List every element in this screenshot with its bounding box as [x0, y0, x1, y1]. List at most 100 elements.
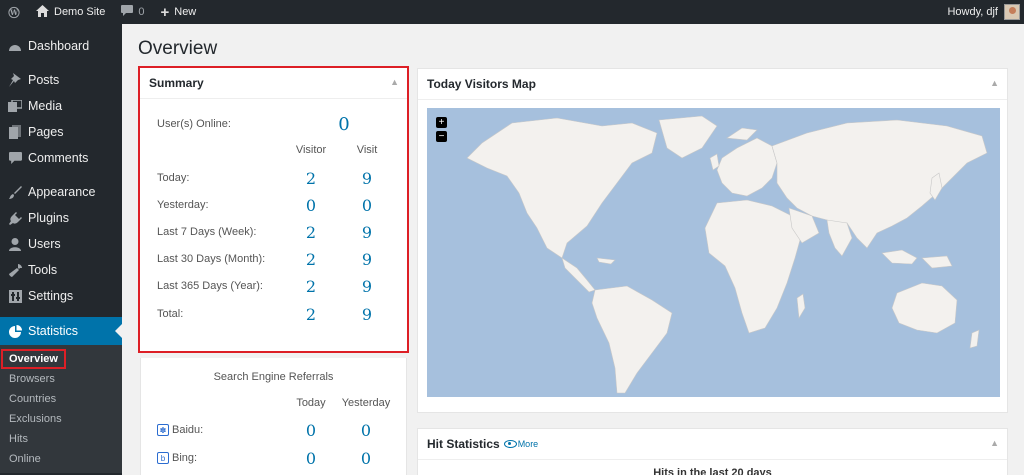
sidebar-item-statistics[interactable]: Statistics: [0, 317, 122, 345]
comment-icon: [8, 151, 22, 165]
row-label: Total:: [157, 308, 184, 320]
comments-link[interactable]: 0: [113, 0, 152, 24]
submenu-item-overview[interactable]: Overview: [0, 349, 122, 369]
admin-bar: W Demo Site 0 + New Howdy, djf: [0, 0, 1024, 24]
hit-statistics-postbox: Hit Statistics More ▲ Hits in the last 2…: [417, 428, 1008, 475]
baidu-icon: ✽: [157, 424, 169, 436]
pages-icon: [8, 125, 22, 139]
yesterday-count[interactable]: 0: [351, 449, 381, 468]
collapse-arrow-icon[interactable]: ▲: [990, 438, 999, 448]
home-icon: [36, 4, 49, 20]
comment-bubble-icon: [121, 5, 134, 19]
visit-count[interactable]: 9: [352, 277, 382, 296]
online-label: User(s) Online:: [157, 118, 231, 130]
visit-count[interactable]: 9: [352, 250, 382, 269]
visitor-count[interactable]: 2: [296, 223, 326, 242]
sidebar-item-users[interactable]: Users: [0, 231, 122, 257]
visitor-count[interactable]: 2: [296, 250, 326, 269]
submenu-item-hits[interactable]: Hits: [0, 429, 122, 449]
sidebar-item-label: Appearance: [28, 185, 96, 199]
table-row: Total: 2 9: [140, 304, 407, 324]
media-icon: [8, 99, 22, 113]
world-map[interactable]: + −: [427, 108, 1000, 397]
visit-count[interactable]: 9: [352, 169, 382, 188]
row-label: Last 30 Days (Month):: [157, 253, 266, 265]
sidebar-item-media[interactable]: Media: [0, 93, 122, 119]
referrals-title: Search Engine Referrals: [213, 371, 334, 383]
avatar: [1004, 4, 1020, 20]
visit-count[interactable]: 9: [352, 305, 382, 324]
col-header-yesterday: Yesterday: [341, 397, 391, 409]
collapse-arrow-icon[interactable]: ▲: [990, 78, 999, 88]
site-name-link[interactable]: Demo Site: [28, 0, 113, 24]
sidebar-item-label: Pages: [28, 125, 64, 139]
sidebar-item-label: Dashboard: [28, 39, 90, 53]
admin-sidebar: Dashboard Posts Media Pages Comments App…: [0, 24, 122, 475]
visitor-count[interactable]: 0: [296, 196, 326, 215]
map-header[interactable]: Today Visitors Map: [418, 69, 1007, 100]
collapse-arrow-icon[interactable]: ▲: [390, 77, 399, 87]
my-account-link[interactable]: Howdy, djf: [939, 0, 1024, 24]
user-icon: [8, 237, 22, 251]
submenu-label: Online: [9, 453, 41, 465]
svg-text:W: W: [9, 8, 19, 17]
hits-chart-title: Hits in the last 20 days: [653, 467, 772, 475]
zoom-out-button[interactable]: −: [436, 131, 447, 142]
new-label: New: [174, 6, 197, 18]
sidebar-item-label: Tools: [28, 263, 58, 277]
new-content-link[interactable]: + New: [152, 0, 204, 24]
sidebar-item-label: Posts: [28, 73, 60, 87]
table-row: Yesterday: 0 0: [140, 195, 407, 215]
sidebar-item-tools[interactable]: Tools: [0, 257, 122, 283]
submenu-item-exclusions[interactable]: Exclusions: [0, 409, 122, 429]
hits-title: Hit Statistics: [427, 437, 500, 451]
visitor-count[interactable]: 2: [296, 169, 326, 188]
sidebar-item-posts[interactable]: Posts: [0, 67, 122, 93]
sidebar-item-label: Media: [28, 99, 63, 113]
today-count[interactable]: 0: [296, 449, 326, 468]
submenu-label: Overview: [9, 353, 58, 365]
visitor-count[interactable]: 2: [296, 277, 326, 296]
today-count[interactable]: 0: [296, 421, 326, 440]
sidebar-item-plugins[interactable]: Plugins: [0, 205, 122, 231]
eye-icon: [503, 440, 517, 448]
sidebar-item-dashboard[interactable]: Dashboard: [0, 33, 122, 59]
visitor-count[interactable]: 2: [296, 305, 326, 324]
more-link[interactable]: More: [503, 439, 539, 449]
visit-count[interactable]: 9: [352, 223, 382, 242]
sidebar-item-pages[interactable]: Pages: [0, 119, 122, 145]
page-title: Overview: [138, 38, 218, 59]
col-header-today: Today: [296, 397, 326, 409]
sidebar-item-appearance[interactable]: Appearance: [0, 179, 122, 205]
map-title: Today Visitors Map: [427, 77, 536, 91]
settings-icon: [8, 289, 22, 303]
more-label: More: [517, 439, 539, 449]
submenu-item-countries[interactable]: Countries: [0, 389, 122, 409]
submenu-label: Countries: [9, 393, 57, 405]
submenu-item-online[interactable]: Online: [0, 449, 122, 469]
sidebar-item-settings[interactable]: Settings: [0, 283, 122, 309]
hits-header[interactable]: Hit Statistics More: [418, 429, 1007, 460]
submenu-label: Browsers: [9, 373, 55, 385]
sidebar-item-comments[interactable]: Comments: [0, 145, 122, 171]
wordpress-logo-icon[interactable]: W: [0, 0, 28, 24]
engine-label: ✽ Baidu:: [157, 424, 203, 436]
col-header-visitor: Visitor: [295, 144, 327, 156]
world-map-svg: [466, 115, 988, 394]
dashboard-icon: [8, 39, 22, 53]
visit-count[interactable]: 0: [352, 196, 382, 215]
comments-count: 0: [138, 6, 145, 18]
submenu-item-browsers[interactable]: Browsers: [0, 369, 122, 389]
sidebar-item-label: Statistics: [28, 324, 79, 338]
yesterday-count[interactable]: 0: [351, 421, 381, 440]
statistics-submenu: Overview Browsers Countries Exclusions H…: [0, 345, 122, 473]
online-value: 0: [338, 113, 350, 135]
howdy-text: Howdy, djf: [947, 6, 998, 18]
row-label: Last 7 Days (Week):: [157, 226, 257, 238]
summary-header[interactable]: Summary: [140, 68, 407, 99]
sidebar-item-label: Users: [28, 237, 61, 251]
zoom-in-button[interactable]: +: [436, 117, 447, 128]
plus-icon: +: [160, 3, 170, 21]
table-row: Today: 2 9: [140, 168, 407, 188]
summary-postbox: Summary ▲ User(s) Online: 0 Visitor Visi…: [138, 66, 409, 353]
